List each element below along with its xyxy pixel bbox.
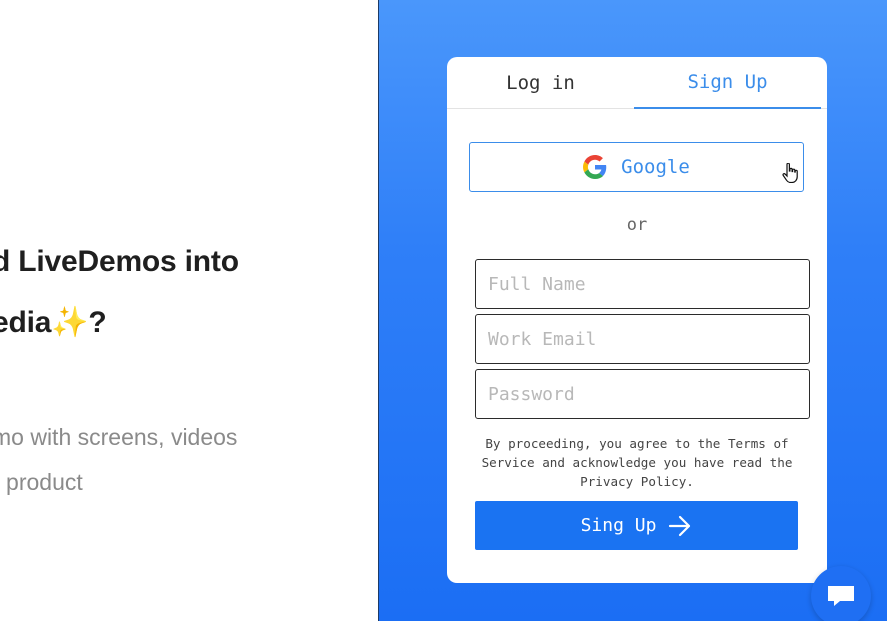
signup-form: By proceeding, you agree to the Terms of… <box>447 57 827 583</box>
arrow-right-icon <box>669 515 691 536</box>
hero-section: d LiveDemos into edia✨? mo with screens,… <box>0 0 378 621</box>
hero-headline-end: ? <box>88 306 107 339</box>
password-field[interactable] <box>475 369 810 419</box>
chat-launcher-button[interactable] <box>811 566 871 621</box>
sparkles-icon: ✨ <box>51 306 89 339</box>
work-email-field[interactable] <box>475 314 810 364</box>
hero-headline-line2: edia✨? <box>0 305 107 340</box>
hero-subtitle-line1: mo with screens, videos <box>0 424 238 450</box>
chat-bubble-icon <box>828 586 854 606</box>
hero-headline-text: edia <box>0 306 52 339</box>
sign-up-button-label: Sing Up <box>580 515 657 536</box>
hero-subtitle-line2: r product <box>0 469 83 495</box>
full-name-field[interactable] <box>475 259 810 309</box>
terms-notice: By proceeding, you agree to the Terms of… <box>481 436 793 489</box>
hero-headline-line1: d LiveDemos into <box>0 245 239 278</box>
sign-up-button[interactable]: Sing Up <box>475 501 798 550</box>
